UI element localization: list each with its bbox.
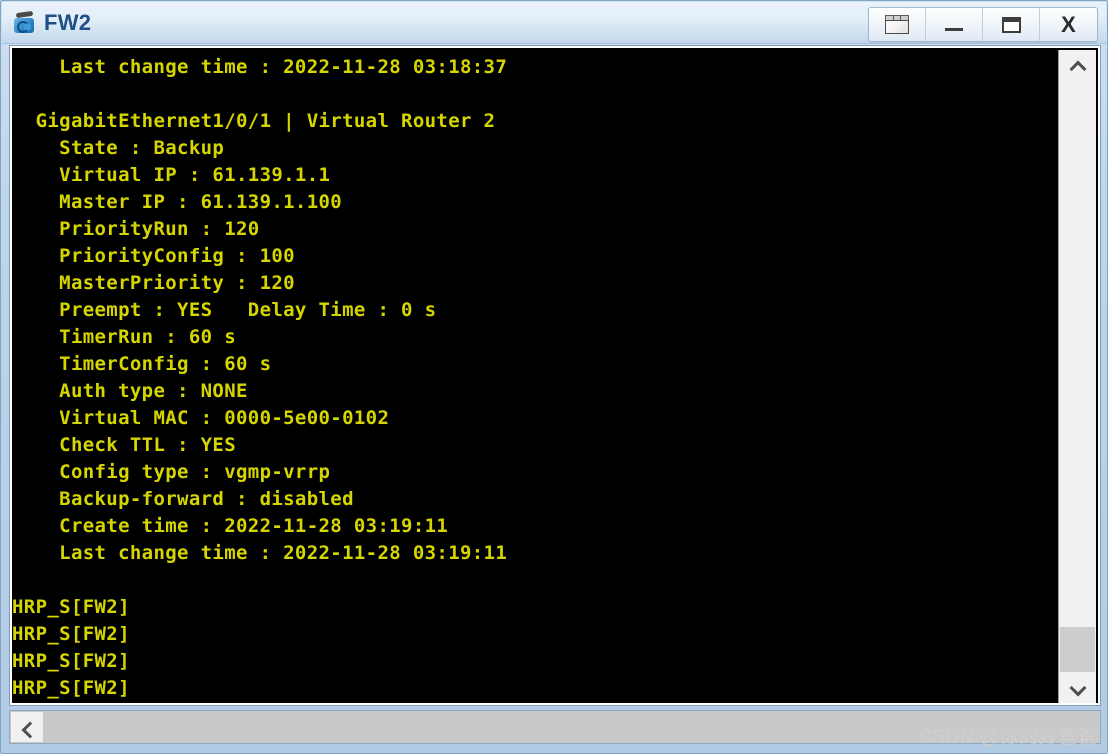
terminal-line: Backup-forward : disabled [12, 488, 354, 510]
layout-icon [885, 15, 909, 34]
terminal-panel: Last change time : 2022-11-28 03:18:37 G… [9, 45, 1101, 706]
terminal-line: Master IP : 61.139.1.100 [12, 191, 343, 213]
terminal-screen[interactable]: Last change time : 2022-11-28 03:18:37 G… [12, 48, 1098, 703]
terminal-line: MasterPriority : 120 [12, 272, 295, 294]
chevron-up-icon [1071, 60, 1084, 73]
terminal-line: Check TTL : YES [12, 434, 236, 456]
terminal-line: HRP_S[FW2] [12, 623, 130, 645]
firewall-icon [12, 10, 38, 36]
terminal-line: Create time : 2022-11-28 03:19:11 [12, 515, 449, 537]
close-icon: X [1061, 11, 1076, 37]
restore-layout-button[interactable] [869, 8, 926, 41]
title-bar-left-group: FW2 [12, 7, 91, 39]
terminal-line: HRP_S[FW2] [12, 650, 130, 672]
terminal-line: GigabitEthernet1/0/1 | Virtual Router 2 [12, 110, 496, 132]
terminal-output: Last change time : 2022-11-28 03:18:37 G… [12, 48, 1057, 703]
chevron-down-icon [1071, 682, 1084, 695]
maximize-icon [1001, 16, 1021, 33]
terminal-line: HRP_S[FW2] [12, 677, 130, 699]
terminal-line: TimerConfig : 60 s [12, 353, 272, 375]
scroll-up-button[interactable] [1059, 50, 1096, 83]
title-bar[interactable]: FW2 X [2, 2, 1106, 44]
firewall-console-window: FW2 X Last change time : 2022-11-28 03:1… [0, 0, 1108, 754]
horizontal-scrollbar[interactable] [9, 710, 1101, 744]
maximize-button[interactable] [983, 8, 1040, 41]
terminal-line: Last change time : 2022-11-28 03:18:37 [12, 56, 508, 78]
minimize-icon [945, 28, 963, 31]
terminal-line: Virtual IP : 61.139.1.1 [12, 164, 331, 186]
chevron-left-icon [21, 721, 34, 734]
vertical-scrollbar-track[interactable] [1060, 83, 1095, 672]
terminal-line: TimerRun : 60 s [12, 326, 236, 348]
terminal-line: State : Backup [12, 137, 225, 159]
terminal-line: HRP_S[FW2] [12, 596, 130, 618]
scroll-down-button[interactable] [1059, 672, 1096, 703]
terminal-line: Last change time : 2022-11-28 03:19:11 [12, 542, 508, 564]
window-title: FW2 [44, 10, 92, 35]
scroll-left-button[interactable] [11, 712, 43, 742]
close-button[interactable]: X [1040, 8, 1097, 41]
terminal-line: Virtual MAC : 0000-5e00-0102 [12, 407, 390, 429]
horizontal-scrollbar-thumb[interactable] [43, 712, 1068, 742]
window-controls: X [868, 7, 1098, 42]
minimize-button[interactable] [926, 8, 983, 41]
terminal-line: Preempt : YES Delay Time : 0 s [12, 299, 437, 321]
terminal-line: PriorityConfig : 100 [12, 245, 295, 267]
terminal-line: Auth type : NONE [12, 380, 248, 402]
vertical-scrollbar[interactable] [1058, 50, 1096, 703]
terminal-line: Config type : vgmp-vrrp [12, 461, 331, 483]
terminal-line: PriorityRun : 120 [12, 218, 260, 240]
